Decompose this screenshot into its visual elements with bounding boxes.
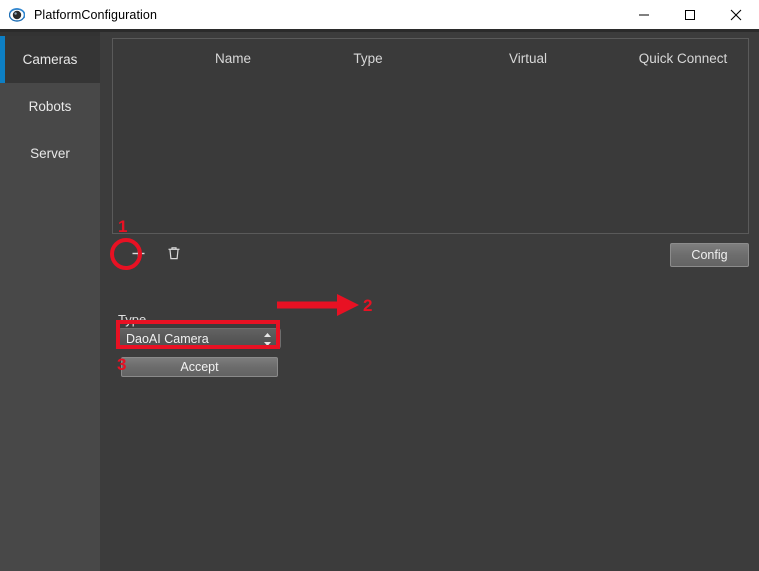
delete-camera-button[interactable] xyxy=(161,242,187,270)
type-label: Type xyxy=(118,312,147,327)
config-button[interactable]: Config xyxy=(670,243,749,267)
sidebar-item-cameras[interactable]: Cameras xyxy=(0,36,100,83)
application-window: PlatformConfiguration Cameras Robots Ser… xyxy=(0,0,759,571)
table-toolbar: Config xyxy=(112,242,749,274)
sidebar-item-robots[interactable]: Robots xyxy=(0,83,100,130)
camera-table[interactable]: Name Type Virtual Quick Connect xyxy=(112,38,749,234)
add-camera-button[interactable] xyxy=(125,242,151,270)
trash-icon xyxy=(167,246,181,266)
type-select-value: DaoAI Camera xyxy=(126,331,209,346)
sidebar-selection-accent xyxy=(0,36,5,83)
close-icon[interactable] xyxy=(713,0,759,29)
window-title: PlatformConfiguration xyxy=(34,7,157,22)
main-content: Name Type Virtual Quick Connect Config T… xyxy=(100,32,759,571)
table-body-empty xyxy=(113,77,748,233)
plus-icon xyxy=(131,246,146,266)
sidebar-item-label: Server xyxy=(30,146,70,161)
table-header-row: Name Type Virtual Quick Connect xyxy=(113,39,748,77)
type-select[interactable]: DaoAI Camera xyxy=(118,328,281,349)
table-column-virtual[interactable]: Virtual xyxy=(473,51,583,66)
sidebar-item-label: Cameras xyxy=(22,52,78,67)
accept-button[interactable]: Accept xyxy=(121,357,278,377)
maximize-icon[interactable] xyxy=(667,0,713,29)
sidebar-item-label: Robots xyxy=(28,99,72,114)
title-bar: PlatformConfiguration xyxy=(0,0,759,29)
table-column-type[interactable]: Type xyxy=(318,51,418,66)
minimize-icon[interactable] xyxy=(621,0,667,29)
sidebar-item-server[interactable]: Server xyxy=(0,130,100,177)
table-column-name[interactable]: Name xyxy=(173,51,293,66)
up-down-spinner-icon[interactable] xyxy=(263,332,272,347)
camera-eye-icon xyxy=(8,7,26,23)
table-column-quick-connect[interactable]: Quick Connect xyxy=(618,51,748,66)
sidebar: Cameras Robots Server xyxy=(0,32,100,571)
